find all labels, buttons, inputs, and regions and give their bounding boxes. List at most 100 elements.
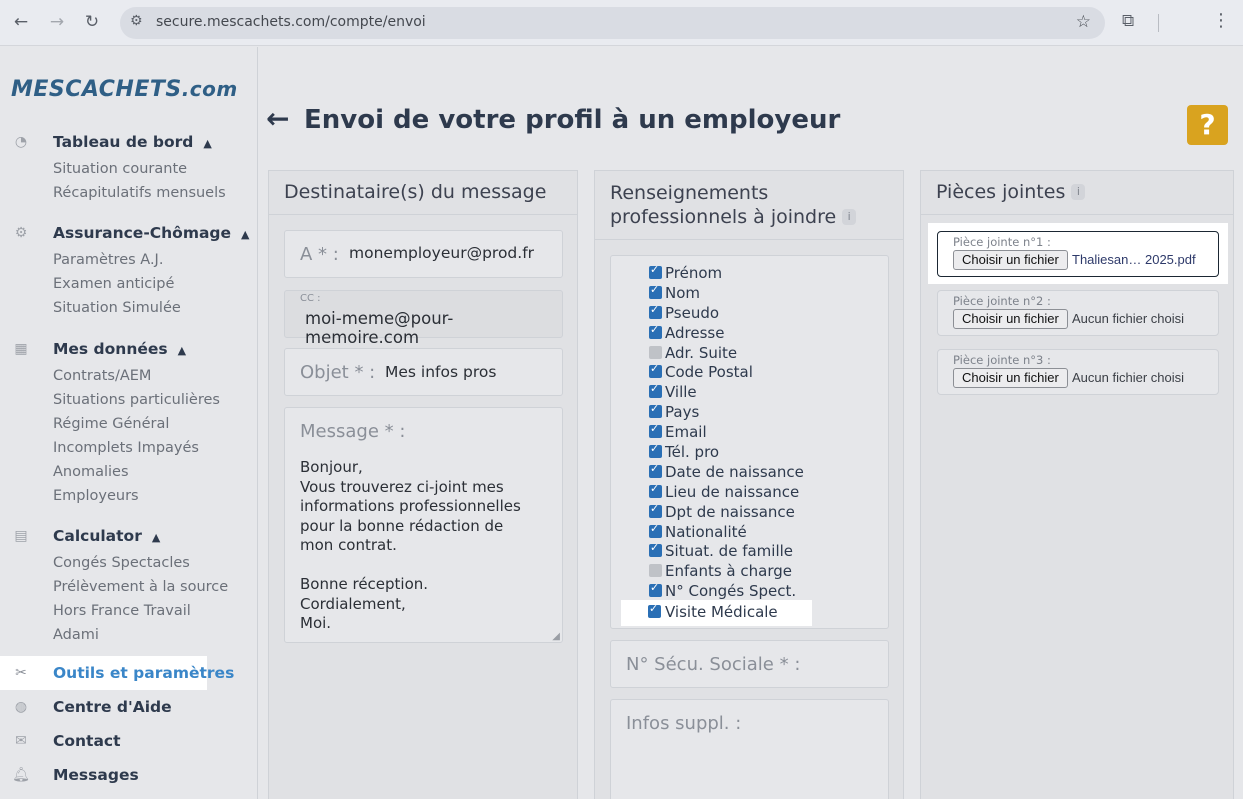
sidebar-section-header[interactable]: ▤ Calculator ▲ bbox=[0, 525, 258, 549]
reload-icon[interactable]: ↻ bbox=[81, 12, 103, 32]
forward-icon[interactable]: → bbox=[46, 12, 68, 32]
bookmark-star-icon[interactable]: ☆ bbox=[1076, 12, 1091, 32]
infos-suppl-field[interactable]: Infos suppl. : bbox=[610, 699, 889, 799]
checkbox-row[interactable]: Email bbox=[611, 422, 707, 443]
message-line: Bonjour, bbox=[300, 458, 363, 476]
checkbox-row[interactable]: Nom bbox=[611, 283, 700, 304]
sidebar-section-header[interactable]: ▦ Mes données ▲ bbox=[0, 338, 258, 362]
sidebar-item-messages[interactable]: 🔔︎ Messages bbox=[0, 761, 258, 789]
sidebar-item-parametres-aj[interactable]: Paramètres A.J. bbox=[53, 252, 163, 268]
message-line: pour la bonne rédaction de bbox=[300, 516, 504, 535]
checkbox-row[interactable]: Code Postal bbox=[611, 362, 753, 383]
recipients-header: Destinataire(s) du message bbox=[269, 171, 577, 215]
message-field[interactable]: Message * : Bonjour, Vous trouverez ci-j… bbox=[284, 407, 563, 643]
checkbox-visite-medicale[interactable]: ✓ bbox=[648, 602, 661, 618]
checkbox[interactable] bbox=[649, 362, 662, 379]
sidebar-item-adami[interactable]: Adami bbox=[53, 627, 99, 643]
checkbox-row[interactable]: Tél. pro bbox=[611, 442, 719, 463]
cc-field[interactable]: CC : moi-meme@pour-memoire.com bbox=[284, 290, 563, 347]
sidebar-item-hors-france-travail[interactable]: Hors France Travail bbox=[53, 603, 191, 619]
site-settings-icon[interactable]: ⚙ bbox=[130, 13, 143, 29]
dashboard-icon: ◔ bbox=[14, 134, 28, 150]
choose-file-button[interactable]: Choisir un fichier bbox=[953, 368, 1068, 388]
subject-value[interactable]: Mes infos pros bbox=[385, 363, 496, 381]
checkbox-row[interactable]: Ville bbox=[611, 382, 697, 403]
sidebar-item-employeurs[interactable]: Employeurs bbox=[53, 488, 139, 504]
sidebar-section-header[interactable]: ◔ Tableau de bord ▲ bbox=[0, 131, 258, 155]
sidebar-item-contact[interactable]: ✉ Contact bbox=[0, 727, 258, 755]
checkbox-row[interactable]: Pseudo bbox=[611, 303, 719, 324]
checkbox[interactable] bbox=[649, 482, 662, 498]
checkbox-row[interactable]: Lieu de naissance bbox=[611, 482, 799, 503]
back-icon[interactable]: ← bbox=[10, 12, 32, 32]
checkbox-row[interactable]: Adresse bbox=[611, 323, 724, 344]
help-button[interactable]: ? bbox=[1187, 105, 1228, 145]
checkbox[interactable] bbox=[649, 402, 662, 419]
checkbox-row[interactable]: Nationalité bbox=[611, 522, 747, 543]
to-value[interactable]: monemployeur@prod.fr bbox=[349, 244, 534, 262]
checkbox-row[interactable]: Adr. Suite bbox=[611, 344, 737, 364]
address-bar[interactable]: ⚙ secure.mescachets.com/compte/envoi ☆ bbox=[120, 7, 1105, 39]
sidebar-item-centre-aide[interactable]: ◍ Centre d'Aide bbox=[0, 693, 258, 721]
infos-suppl-label: Infos suppl. : bbox=[626, 713, 742, 734]
checkbox-row[interactable]: Dpt de naissance bbox=[611, 502, 795, 523]
checkbox-label: Pays bbox=[665, 403, 700, 422]
sidebar-item-prelevement-source[interactable]: Prélèvement à la source bbox=[53, 579, 228, 595]
sidebar-item-conges-spectacles[interactable]: Congés Spectacles bbox=[53, 555, 190, 571]
extensions-icon[interactable]: ⧉ bbox=[1122, 11, 1134, 31]
sidebar-item-examen-anticipe[interactable]: Examen anticipé bbox=[53, 276, 174, 292]
sidebar-item-incomplets-impayes[interactable]: Incomplets Impayés bbox=[53, 440, 199, 456]
file-name: Aucun fichier choisi bbox=[1072, 370, 1184, 385]
choose-file-button[interactable]: Choisir un fichier bbox=[953, 309, 1068, 329]
sidebar-item-outils-parametres[interactable]: ✂ Outils et paramètres bbox=[0, 659, 258, 687]
checkbox-label: N° Congés Spect. bbox=[665, 582, 797, 601]
back-arrow-icon[interactable]: ← bbox=[266, 102, 289, 135]
checkbox-row[interactable]: Pays bbox=[611, 402, 699, 423]
resize-handle-icon[interactable]: ◢ bbox=[552, 631, 560, 642]
checkbox-row[interactable]: Situat. de famille bbox=[611, 541, 793, 562]
checkbox[interactable] bbox=[649, 502, 662, 518]
checkbox[interactable] bbox=[649, 323, 662, 339]
checkbox[interactable] bbox=[649, 382, 662, 399]
info-icon[interactable]: i bbox=[842, 209, 857, 225]
checkbox[interactable] bbox=[649, 422, 662, 439]
subject-field[interactable]: Objet * : Mes infos pros bbox=[284, 348, 563, 396]
checkbox[interactable] bbox=[649, 581, 662, 598]
checkbox-row[interactable]: Prénom bbox=[611, 263, 722, 284]
checkbox[interactable] bbox=[649, 442, 662, 459]
checkbox-row[interactable]: Date de naissance bbox=[611, 462, 804, 483]
sidebar-item-contrats[interactable]: Contrats/AEM bbox=[53, 368, 151, 384]
checkbox-row[interactable]: Enfants à charge bbox=[611, 562, 792, 582]
checkbox[interactable] bbox=[649, 303, 662, 319]
sidebar-section-mes-donnees: ▦ Mes données ▲ Contrats/AEM Situations p… bbox=[0, 338, 258, 504]
checkbox[interactable] bbox=[649, 263, 662, 279]
sidebar-section-header[interactable]: ⚙ Assurance-Chômage ▲ bbox=[0, 222, 258, 246]
sidebar-item-recapitulatifs[interactable]: Récapitulatifs mensuels bbox=[53, 185, 226, 201]
checkbox[interactable] bbox=[649, 283, 662, 299]
sidebar-item-situation-courante[interactable]: Situation courante bbox=[53, 161, 187, 177]
checkbox-label: Adr. Suite bbox=[665, 343, 738, 362]
checkbox[interactable] bbox=[649, 564, 662, 578]
attachment-label: Pièce jointe n°3 : bbox=[953, 353, 1051, 367]
sidebar-item-anomalies[interactable]: Anomalies bbox=[53, 464, 129, 480]
to-field[interactable]: A * : monemployeur@prod.fr bbox=[284, 230, 563, 278]
sidebar-item-regime-general[interactable]: Régime Général bbox=[53, 416, 169, 432]
site-logo[interactable]: MESCACHETS.com bbox=[11, 77, 238, 102]
checkbox[interactable] bbox=[649, 522, 662, 538]
info-icon[interactable]: i bbox=[1071, 184, 1086, 200]
cc-value[interactable]: moi-meme@pour-memoire.com bbox=[305, 309, 562, 347]
sidebar-item-situation-simulee[interactable]: Situation Simulée bbox=[53, 300, 181, 316]
checkbox[interactable] bbox=[649, 345, 662, 359]
message-body[interactable]: Bonjour, Vous trouverez ci-joint mes inf… bbox=[300, 458, 521, 634]
sidebar-item-situations-particulieres[interactable]: Situations particulières bbox=[53, 392, 220, 408]
url-text[interactable]: secure.mescachets.com/compte/envoi bbox=[156, 14, 426, 30]
secu-label: N° Sécu. Sociale * : bbox=[626, 654, 801, 675]
checkbox[interactable] bbox=[649, 462, 662, 478]
browser-menu-icon[interactable]: ⋮ bbox=[1212, 10, 1230, 31]
message-line: Cordialement, bbox=[300, 594, 406, 613]
caret-up-icon: ▲ bbox=[177, 344, 187, 357]
caret-up-icon: ▲ bbox=[241, 228, 250, 241]
checkbox[interactable] bbox=[649, 541, 662, 558]
secu-field[interactable]: N° Sécu. Sociale * : bbox=[610, 640, 889, 688]
choose-file-button[interactable]: Choisir un fichier bbox=[953, 250, 1068, 270]
